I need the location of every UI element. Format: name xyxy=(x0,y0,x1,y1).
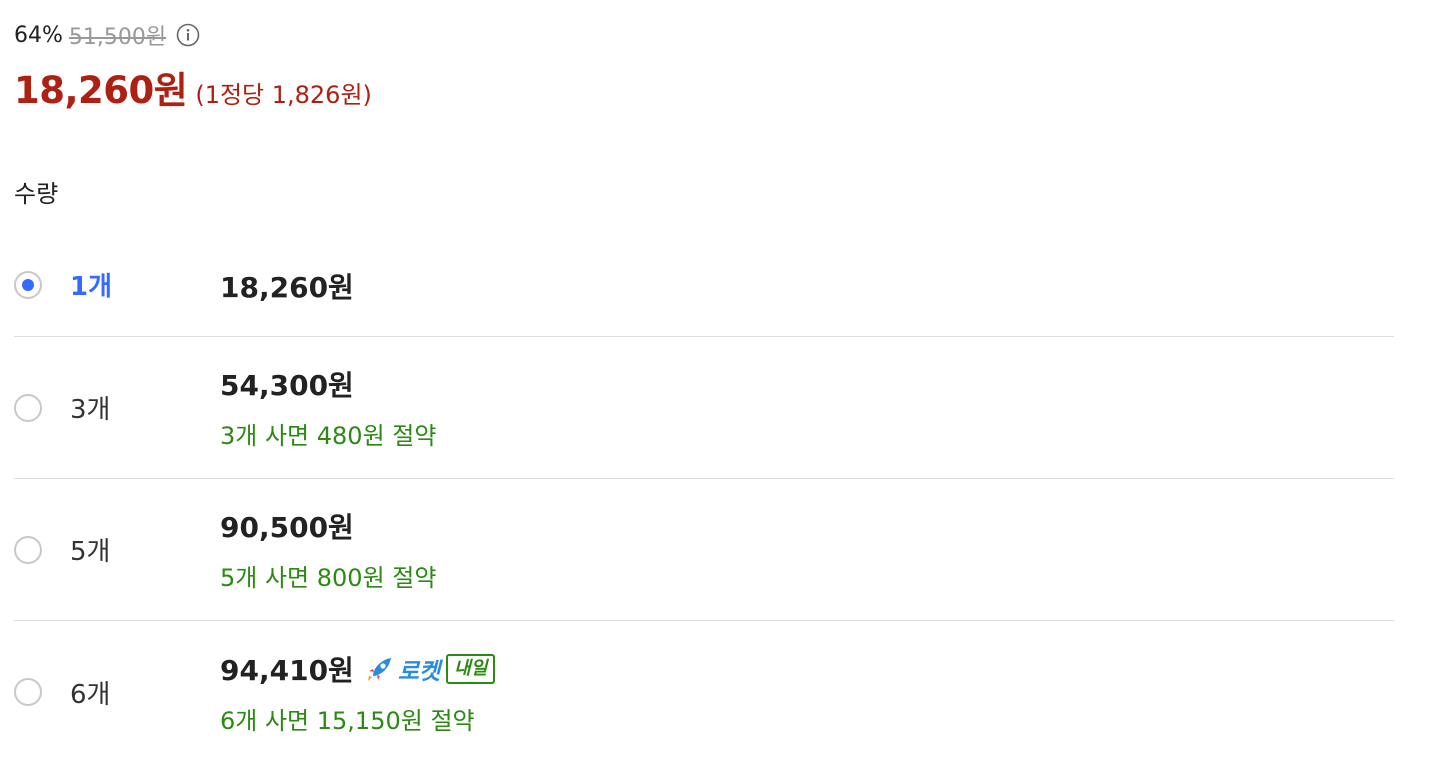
delivery-tomorrow-badge: 내일 xyxy=(446,653,496,684)
quantity-option-6[interactable]: 6개 94,410원 로켓 내일 6개 사면 15,150원 절약 xyxy=(14,621,1394,763)
quantity-title: 수량 xyxy=(14,180,59,208)
option-price: 90,500원 xyxy=(220,511,354,544)
sale-price: 18,260원 xyxy=(14,69,188,112)
saving-text: 6개 사면 15,150원 절약 xyxy=(220,706,475,735)
saving-text: 3개 사면 480원 절약 xyxy=(220,422,437,450)
option-price-info: 18,260원 xyxy=(220,266,354,306)
radio-button[interactable] xyxy=(14,393,42,422)
quantity-option-5[interactable]: 5개 90,500원 5개 사면 800원 절약 xyxy=(14,479,1394,621)
option-price-info: 90,500원 5개 사면 800원 절약 xyxy=(220,506,436,593)
option-price-info: 94,410원 로켓 내일 6개 사면 15,150원 절약 xyxy=(220,649,496,736)
quantity-option-1[interactable]: 1개 18,260원 xyxy=(14,238,1394,337)
radio-button[interactable] xyxy=(14,678,42,706)
rocket-icon xyxy=(364,653,396,685)
option-price: 94,410원 xyxy=(220,653,354,687)
sale-line: 18,260원 (1정당 1,826원) xyxy=(14,60,372,114)
saving-text: 5개 사면 800원 절약 xyxy=(220,564,437,592)
quantity-option-3[interactable]: 3개 54,300원 3개 사면 480원 절약 xyxy=(14,337,1394,479)
quantity-label: 5개 xyxy=(70,537,111,567)
quantity-label: 6개 xyxy=(70,679,111,710)
quantity-options: 1개 18,260원 3개 54,300원 3개 사면 480원 절약 5개 9… xyxy=(14,238,1394,763)
quantity-label: 3개 xyxy=(70,395,111,425)
option-price: 18,260원 xyxy=(220,271,354,304)
info-icon[interactable] xyxy=(176,23,200,47)
price-summary: 64% 51,500원 18,260원 (1정당 1,826원) xyxy=(14,18,372,114)
discount-rate: 64% xyxy=(14,22,63,48)
rocket-text: 로켓 xyxy=(397,658,441,685)
original-price: 51,500원 xyxy=(68,25,167,50)
rocket-delivery-badge: 로켓 내일 xyxy=(364,652,496,686)
quantity-label: 1개 xyxy=(70,272,113,302)
radio-button-selected[interactable] xyxy=(14,271,42,299)
unit-price: (1정당 1,826원) xyxy=(195,81,372,109)
discount-line: 64% 51,500원 xyxy=(14,18,372,52)
option-price: 54,300원 xyxy=(220,369,354,402)
option-price-info: 54,300원 3개 사면 480원 절약 xyxy=(220,364,436,451)
radio-button[interactable] xyxy=(14,535,42,564)
